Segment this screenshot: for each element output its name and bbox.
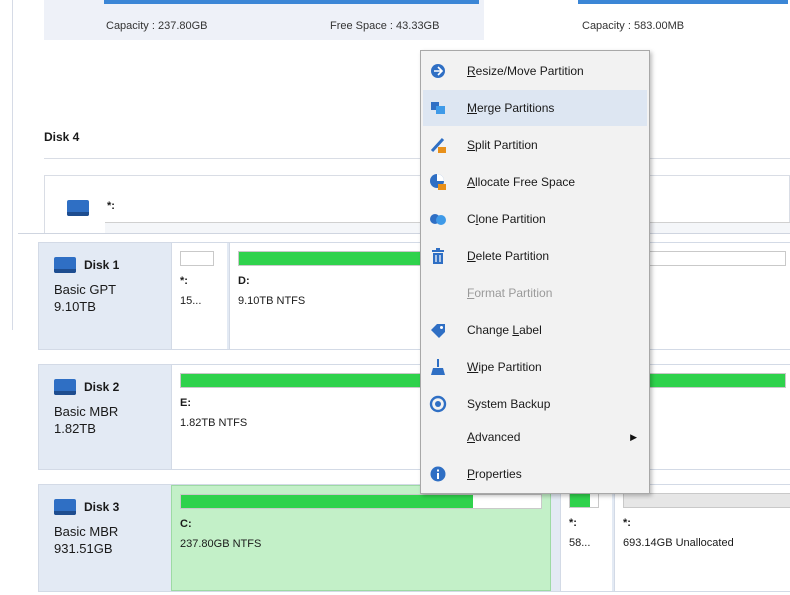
menu-item-wipe-partition[interactable]: Wipe Partition — [423, 349, 647, 385]
menu-item-system-backup[interactable]: System Backup — [423, 386, 647, 422]
delete-icon — [429, 247, 447, 265]
split-icon — [429, 136, 447, 154]
menu-accelerator: R — [467, 64, 476, 78]
hard-drive-icon — [54, 379, 76, 395]
menu-label-pre: C — [467, 212, 476, 226]
upper-partition-card-reserved[interactable]: Capacity : 583.00MB — [520, 0, 790, 40]
disk-name: Disk 1 — [84, 258, 120, 272]
disk4-heading: Disk 4 — [44, 130, 80, 144]
allocate-icon — [429, 173, 447, 191]
disk-row-disk2[interactable]: Disk 2 Basic MBR 1.82TB E: 1.82TB NTFS — [38, 364, 790, 470]
menu-label-post: dvanced — [475, 430, 521, 444]
hard-drive-icon — [54, 499, 76, 515]
wipe-icon — [429, 358, 447, 376]
advanced-icon-placeholder — [429, 428, 447, 446]
partition-usage-bar — [569, 493, 599, 508]
disk-type: Basic GPT — [54, 282, 117, 297]
merge-icon — [429, 99, 447, 117]
capacity-text: Capacity : 237.80GB — [106, 20, 208, 32]
info-icon — [429, 465, 447, 483]
menu-item-format-partition[interactable]: Format Partition — [423, 275, 647, 311]
disk-type: Basic MBR — [54, 524, 119, 539]
hard-drive-icon — [67, 200, 89, 216]
menu-label-post: plit Partition — [475, 138, 538, 152]
partition-usage-bar — [623, 493, 790, 508]
disk-row-disk3[interactable]: Disk 3 Basic MBR 931.51GB C: 237.80GB NT… — [38, 484, 790, 592]
partition-label: *: — [180, 275, 188, 287]
partition-info: 58... — [569, 537, 591, 549]
submenu-arrow-icon: ▶ — [630, 431, 637, 442]
menu-item-properties[interactable]: Properties — [423, 456, 647, 492]
disk-info[interactable]: Disk 1 Basic GPT 9.10TB — [39, 243, 169, 349]
menu-item-change-label[interactable]: Change Label — [423, 312, 647, 348]
partition-label: *: — [107, 200, 115, 212]
capacity-bar — [104, 0, 479, 4]
menu-item-clone-partition[interactable]: Clone Partition — [423, 201, 647, 237]
format-icon — [429, 284, 447, 302]
partition-label: *: — [623, 517, 631, 529]
partition-block[interactable]: *: 58... — [560, 485, 612, 591]
menu-item-resize-move[interactable]: Resize/Move Partition — [423, 53, 647, 89]
partition-label: *: — [569, 517, 577, 529]
disk-name: Disk 2 — [84, 380, 120, 394]
menu-label-post: one Partition — [478, 212, 546, 226]
menu-label-post: erge Partitions — [477, 101, 555, 115]
menu-accelerator: P — [467, 467, 476, 481]
menu-accelerator: D — [467, 249, 476, 263]
menu-label-post: abel — [519, 323, 542, 337]
menu-label-post: elete Partition — [475, 249, 550, 263]
label-icon — [429, 321, 447, 339]
partition-block-unallocated[interactable]: *: 693.14GB Unallocated — [614, 485, 790, 591]
partition-info: 693.14GB Unallocated — [623, 537, 734, 549]
partition-info: 15... — [180, 295, 202, 307]
upper-partition-card-c[interactable]: Capacity : 237.80GB Free Space : 43.33GB — [44, 0, 484, 40]
menu-item-allocate-free-space[interactable]: Allocate Free Space — [423, 164, 647, 200]
menu-item-split-partition[interactable]: Split Partition — [423, 127, 647, 163]
disk-info[interactable]: Disk 2 Basic MBR 1.82TB — [39, 365, 169, 469]
menu-item-merge-partitions[interactable]: Merge Partitions — [423, 90, 647, 126]
disk-type: Basic MBR — [54, 404, 119, 419]
panel-divider-line — [12, 0, 13, 330]
divider — [44, 158, 790, 159]
capacity-bar — [578, 0, 788, 4]
partition-usage-bar — [180, 251, 214, 266]
partition-info: 237.80GB NTFS — [180, 538, 262, 550]
menu-label-post: ipe Partition — [478, 360, 542, 374]
disk-name: Disk 3 — [84, 500, 120, 514]
disk-size: 1.82TB — [54, 421, 96, 436]
menu-accelerator: A — [467, 175, 476, 189]
menu-accelerator: A — [467, 430, 476, 444]
capacity-text: Capacity : 583.00MB — [582, 20, 685, 32]
menu-label-pre: System Backup — [467, 397, 551, 411]
resize-move-icon — [429, 62, 447, 80]
disk-size: 9.10TB — [54, 299, 96, 314]
hard-drive-icon — [54, 257, 76, 273]
partition-block-selected[interactable]: C: 237.80GB NTFS — [171, 485, 551, 591]
disk-info[interactable]: Disk 3 Basic MBR 931.51GB — [39, 485, 169, 591]
menu-label-post: llocate Free Space — [475, 175, 576, 189]
clone-icon — [429, 210, 447, 228]
partition-usage-bar — [180, 494, 542, 509]
menu-accelerator: S — [467, 138, 476, 152]
disk-row-disk1[interactable]: Disk 1 Basic GPT 9.10TB *: 15... D: 9.10… — [38, 242, 790, 350]
menu-label-post: esize/Move Partition — [475, 64, 584, 78]
backup-icon — [429, 395, 447, 413]
partition-block[interactable]: *: 15... — [171, 243, 227, 349]
menu-label-post: roperties — [475, 467, 522, 481]
menu-item-delete-partition[interactable]: Delete Partition — [423, 238, 647, 274]
menu-accelerator: W — [467, 360, 479, 374]
menu-label-post: ormat Partition — [474, 286, 553, 300]
partition-label: C: — [180, 518, 192, 530]
disk4-partition-card[interactable]: *: — [44, 175, 790, 236]
disk-size: 931.51GB — [54, 541, 113, 556]
menu-item-advanced[interactable]: Advanced ▶ — [423, 421, 647, 453]
menu-label-pre: Change — [467, 323, 513, 337]
free-space-text: Free Space : 43.33GB — [330, 20, 440, 32]
context-menu: Resize/Move Partition Merge Partitions S… — [420, 50, 650, 494]
menu-accelerator: M — [467, 101, 477, 115]
